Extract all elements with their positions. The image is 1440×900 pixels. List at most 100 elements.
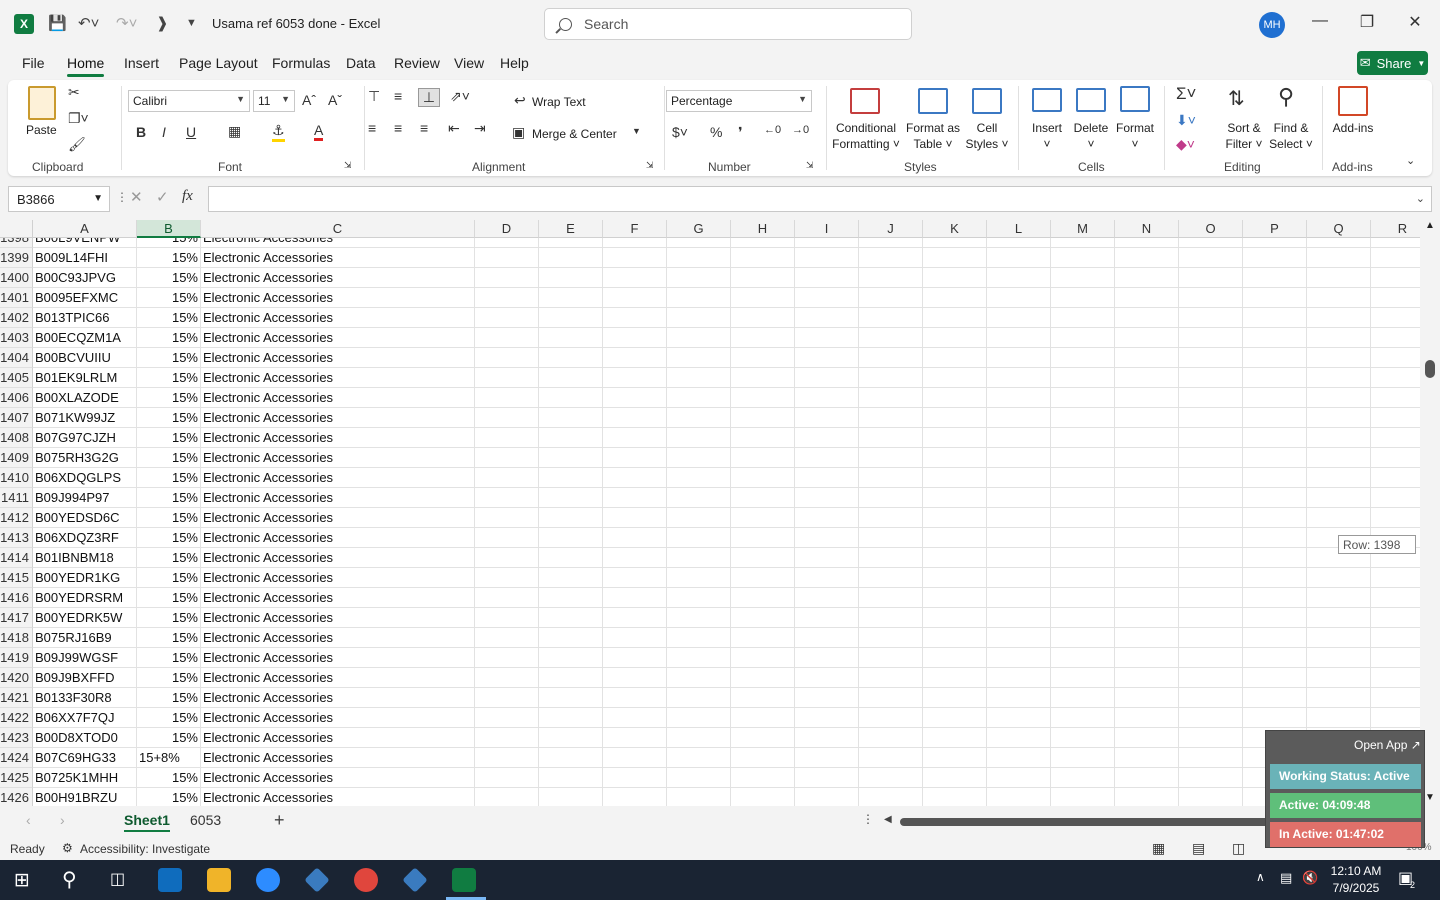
- cell-r[interactable]: [1371, 268, 1420, 288]
- conditional-formatting-button[interactable]: Conditional Formatting ˅: [830, 120, 902, 152]
- cancel-icon[interactable]: ✕: [130, 188, 143, 206]
- cell-a[interactable]: B009L14FHI: [33, 248, 137, 268]
- cell-c[interactable]: Electronic Accessories: [201, 668, 475, 688]
- cell-c[interactable]: Electronic Accessories: [201, 308, 475, 328]
- cell-j[interactable]: [859, 668, 923, 688]
- add-ins-button[interactable]: Add-ins: [1330, 120, 1376, 136]
- cell-m[interactable]: [1051, 288, 1115, 308]
- file-explorer-icon[interactable]: [207, 868, 231, 892]
- cut-icon[interactable]: ✂: [68, 84, 80, 101]
- cell-i[interactable]: [795, 488, 859, 508]
- cell-h[interactable]: [731, 448, 795, 468]
- cell-b[interactable]: 15%: [137, 688, 201, 708]
- cell-n[interactable]: [1115, 508, 1179, 528]
- format-as-table-icon[interactable]: [918, 88, 948, 114]
- cell-k[interactable]: [923, 768, 987, 788]
- cell-k[interactable]: [923, 248, 987, 268]
- cell-l[interactable]: [987, 688, 1051, 708]
- cell-f[interactable]: [603, 408, 667, 428]
- cell-e[interactable]: [539, 628, 603, 648]
- cell-f[interactable]: [603, 508, 667, 528]
- cell-m[interactable]: [1051, 348, 1115, 368]
- row-header[interactable]: 1407: [0, 408, 33, 428]
- number-format-select[interactable]: Percentage ▼: [666, 90, 812, 112]
- cell-h[interactable]: [731, 388, 795, 408]
- cell-m[interactable]: [1051, 648, 1115, 668]
- cell-a[interactable]: B00C93JPVG: [33, 268, 137, 288]
- cell-c[interactable]: Electronic Accessories: [201, 508, 475, 528]
- cell-a[interactable]: B00XLAZODE: [33, 388, 137, 408]
- row-header[interactable]: 1420: [0, 668, 33, 688]
- cell-n[interactable]: [1115, 408, 1179, 428]
- cell-f[interactable]: [603, 568, 667, 588]
- cell-g[interactable]: [667, 568, 731, 588]
- cell-q[interactable]: [1307, 448, 1371, 468]
- cell-g[interactable]: [667, 628, 731, 648]
- cell-l[interactable]: [987, 248, 1051, 268]
- cell-j[interactable]: [859, 508, 923, 528]
- cell-k[interactable]: [923, 748, 987, 768]
- vertical-scrollbar[interactable]: ▲ ▼: [1420, 220, 1440, 806]
- cell-p[interactable]: [1243, 588, 1307, 608]
- add-sheet-icon[interactable]: +: [274, 810, 285, 831]
- cell-c[interactable]: Electronic Accessories: [201, 288, 475, 308]
- cell-a[interactable]: B071KW99JZ: [33, 408, 137, 428]
- cell-k[interactable]: [923, 328, 987, 348]
- cell-g[interactable]: [667, 448, 731, 468]
- cell-a[interactable]: B06XX7F7QJ: [33, 708, 137, 728]
- cell-k[interactable]: [923, 468, 987, 488]
- cell-r[interactable]: [1371, 368, 1420, 388]
- tab-data[interactable]: Data: [346, 55, 376, 71]
- cell-e[interactable]: [539, 248, 603, 268]
- row-header[interactable]: 1410: [0, 468, 33, 488]
- cell-g[interactable]: [667, 748, 731, 768]
- scroll-down-icon[interactable]: ▼: [1425, 792, 1435, 803]
- tab-file[interactable]: File: [22, 55, 45, 71]
- cell-o[interactable]: [1179, 568, 1243, 588]
- align-middle-icon[interactable]: ≡: [394, 88, 402, 104]
- cell-i[interactable]: [795, 248, 859, 268]
- cell-c[interactable]: Electronic Accessories: [201, 728, 475, 748]
- cell-p[interactable]: [1243, 368, 1307, 388]
- app-diamond-icon[interactable]: [304, 867, 330, 893]
- cell-m[interactable]: [1051, 328, 1115, 348]
- cell-f[interactable]: [603, 328, 667, 348]
- cell-l[interactable]: [987, 748, 1051, 768]
- find-select-button[interactable]: Find & Select ˅: [1268, 120, 1314, 152]
- row-header[interactable]: 1399: [0, 248, 33, 268]
- cell-q[interactable]: [1307, 628, 1371, 648]
- cell-j[interactable]: [859, 268, 923, 288]
- cell-h[interactable]: [731, 348, 795, 368]
- increase-font-icon[interactable]: Aˆ: [302, 92, 316, 108]
- cell-c[interactable]: Electronic Accessories: [201, 688, 475, 708]
- row-header[interactable]: 1404: [0, 348, 33, 368]
- cell-a[interactable]: B00D8XTOD0: [33, 728, 137, 748]
- restore-icon[interactable]: ❐: [1352, 12, 1382, 32]
- cell-e[interactable]: [539, 568, 603, 588]
- cell-i[interactable]: [795, 788, 859, 806]
- row-header[interactable]: 1417: [0, 608, 33, 628]
- cell-g[interactable]: [667, 588, 731, 608]
- cell-e[interactable]: [539, 668, 603, 688]
- cell-e[interactable]: [539, 288, 603, 308]
- cell-b[interactable]: 15%: [137, 548, 201, 568]
- cell-d[interactable]: [475, 648, 539, 668]
- customize-toolbar-icon[interactable]: ▼: [186, 17, 197, 29]
- sort-filter-icon[interactable]: ⇅: [1228, 86, 1245, 111]
- wrap-text-button[interactable]: Wrap Text: [532, 94, 586, 110]
- cell-h[interactable]: [731, 528, 795, 548]
- cell-a[interactable]: B06XDQGLPS: [33, 468, 137, 488]
- cell-e[interactable]: [539, 448, 603, 468]
- cell-h[interactable]: [731, 568, 795, 588]
- cell-m[interactable]: [1051, 548, 1115, 568]
- vertical-scroll-thumb[interactable]: [1425, 360, 1435, 378]
- cell-l[interactable]: [987, 468, 1051, 488]
- cell-b[interactable]: 15%: [137, 328, 201, 348]
- close-icon[interactable]: ✕: [1400, 12, 1430, 32]
- cell-o[interactable]: [1179, 668, 1243, 688]
- decrease-decimal-icon[interactable]: →0: [792, 124, 809, 136]
- sort-filter-button[interactable]: Sort & Filter ˅: [1222, 120, 1266, 152]
- cell-q[interactable]: [1307, 648, 1371, 668]
- cell-q[interactable]: [1307, 488, 1371, 508]
- search-box[interactable]: Search: [544, 8, 912, 40]
